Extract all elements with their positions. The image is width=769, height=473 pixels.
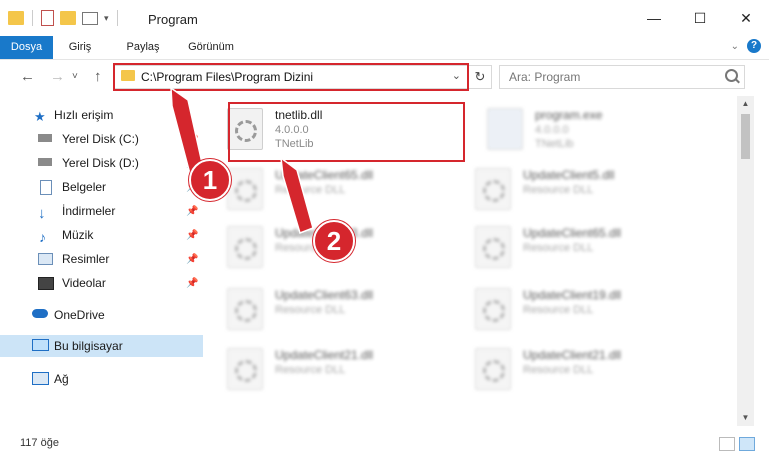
arrow-2	[280, 156, 314, 234]
step-badge-2: 2	[313, 220, 355, 262]
annotation-arrows	[170, 86, 314, 234]
explorer-window: ▾ Program — ☐ ✕ Dosya Giriş Paylaş Görün…	[0, 0, 769, 473]
step-badge-1: 1	[189, 159, 231, 201]
